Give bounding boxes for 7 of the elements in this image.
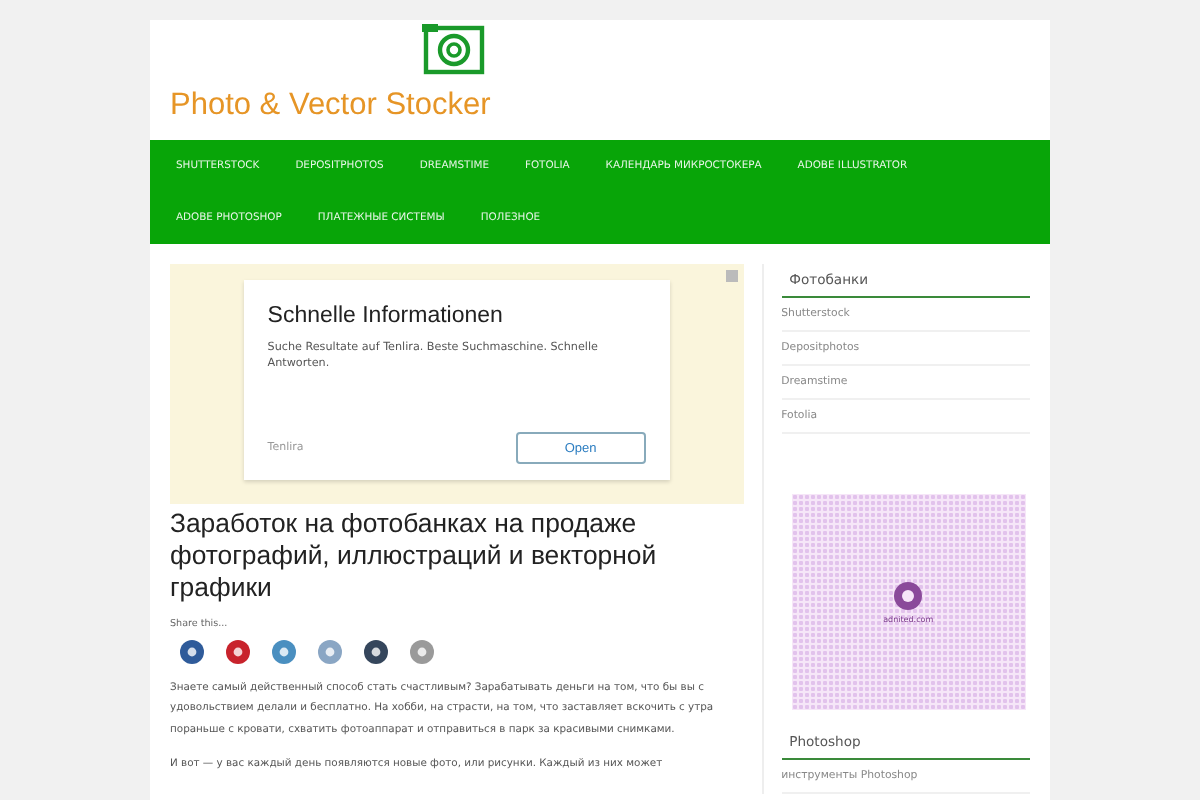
site-logo-text[interactable]: Photo & Vector Stocker [170, 88, 491, 124]
ad-logo-icon [894, 581, 923, 609]
share-circle-icon[interactable] [180, 640, 204, 664]
ad-title: Schnelle Informationen [267, 304, 505, 328]
share-circle-icon[interactable] [226, 640, 250, 664]
share-circle-icon[interactable] [364, 640, 388, 664]
article-title: Заработок на фотобанках на продаже фотографий, иллюстраций и векторной графики [170, 508, 659, 604]
